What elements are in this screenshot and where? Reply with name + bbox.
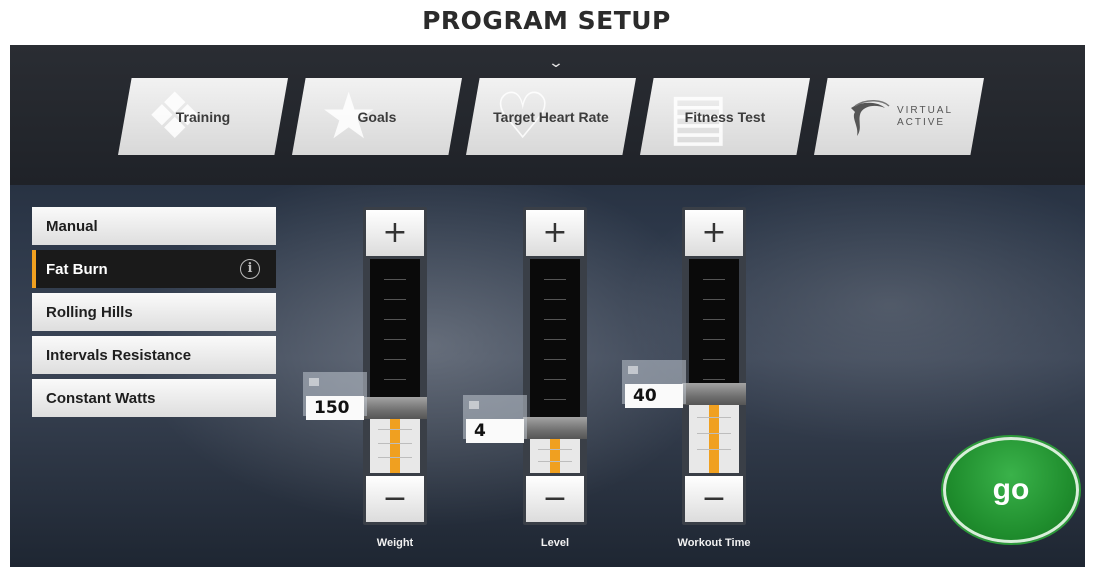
program-item-manual[interactable]: Manual [32, 207, 276, 245]
weight-increase-button[interactable]: + [366, 210, 424, 256]
program-list: Manual Fat Burn i Rolling Hills Interval… [32, 207, 276, 422]
level-decrease-button[interactable]: − [526, 476, 584, 522]
program-label: Constant Watts [46, 389, 156, 407]
tab-fitness-test[interactable]: ▤ Fitness Test [640, 78, 810, 155]
level-increase-button[interactable]: + [526, 210, 584, 256]
program-item-fat-burn[interactable]: Fat Burn i [32, 250, 276, 288]
workout-time-label: Workout Time [677, 537, 751, 549]
tab-bar: ⌄ ❖ Training ★ Goals ♡ Target Heart Rate… [10, 45, 1085, 185]
virtual-active-text: VIRTUAL ACTIVE [896, 104, 954, 128]
level-value: 4 [466, 419, 524, 443]
level-label: Level [540, 537, 570, 549]
level-slider-handle[interactable] [523, 417, 587, 439]
weight-slider-handle[interactable] [363, 397, 427, 419]
tab-label: Fitness Test [684, 108, 766, 125]
info-icon[interactable]: i [240, 259, 260, 279]
program-setup-screen: ⌄ ❖ Training ★ Goals ♡ Target Heart Rate… [10, 45, 1085, 567]
program-label: Manual [46, 217, 98, 235]
slider-fill [370, 419, 420, 473]
tab-label: Goals [357, 108, 397, 125]
program-label: Intervals Resistance [46, 346, 192, 364]
chevron-down-icon[interactable]: ⌄ [545, 54, 567, 70]
program-item-intervals-resistance[interactable]: Intervals Resistance [32, 336, 276, 374]
weight-slider[interactable]: + − [363, 207, 427, 525]
program-label: Fat Burn [46, 260, 108, 278]
program-label: Rolling Hills [46, 303, 133, 321]
slider-fill [530, 439, 580, 473]
slider-fill [689, 405, 739, 473]
level-slider[interactable]: + − [523, 207, 587, 525]
tab-virtual-active[interactable]: VIRTUAL ACTIVE [814, 78, 984, 155]
weight-label: Weight [376, 537, 414, 549]
tab-goals[interactable]: ★ Goals [292, 78, 462, 155]
page-title: PROGRAM SETUP [422, 6, 671, 35]
workout-time-value: 40 [625, 384, 683, 408]
program-item-rolling-hills[interactable]: Rolling Hills [32, 293, 276, 331]
workout-time-decrease-button[interactable]: − [685, 476, 743, 522]
program-item-constant-watts[interactable]: Constant Watts [32, 379, 276, 417]
workout-time-slider[interactable]: + − [682, 207, 746, 525]
virtual-active-swoosh-icon [850, 99, 890, 136]
weight-value: 150 [306, 396, 364, 420]
tab-label: Training [175, 108, 231, 125]
workout-time-increase-button[interactable]: + [685, 210, 743, 256]
workout-time-slider-handle[interactable] [682, 383, 746, 405]
go-button[interactable]: go [943, 437, 1079, 543]
tab-target-heart-rate[interactable]: ♡ Target Heart Rate [466, 78, 636, 155]
tab-label: Target Heart Rate [493, 108, 609, 125]
tab-training[interactable]: ❖ Training [118, 78, 288, 155]
weight-decrease-button[interactable]: − [366, 476, 424, 522]
virtual-active-logo: VIRTUAL ACTIVE [845, 94, 953, 140]
